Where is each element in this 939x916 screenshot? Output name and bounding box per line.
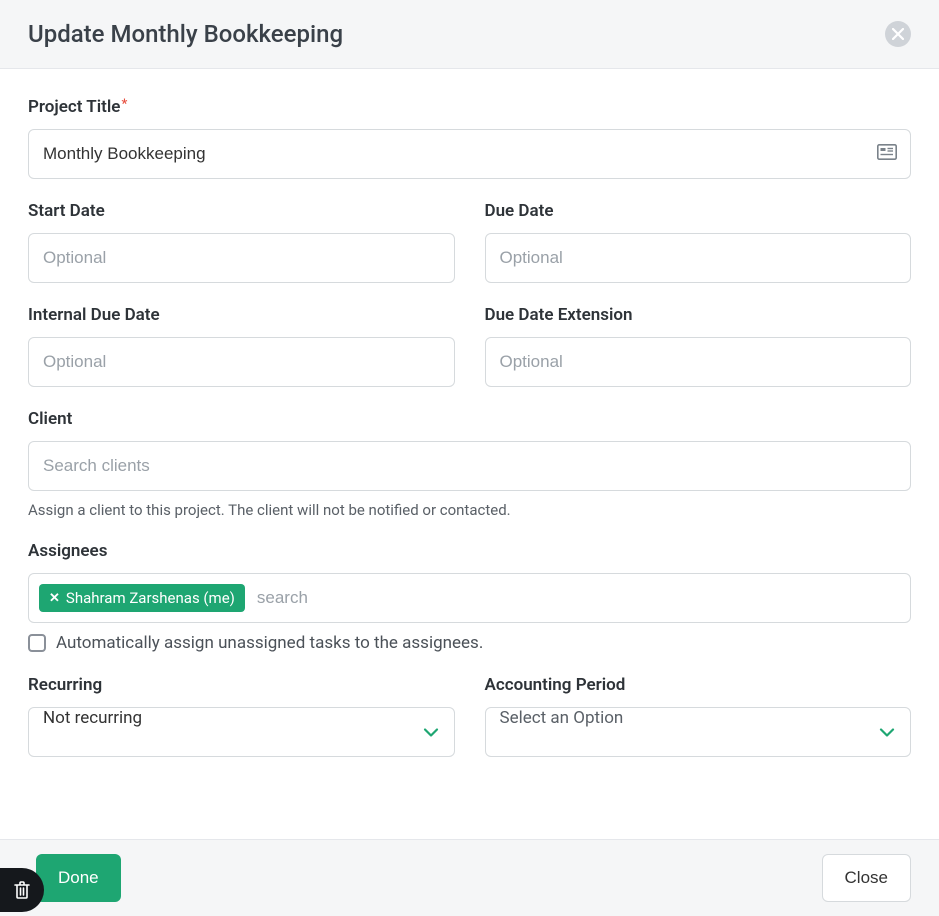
assignees-label: Assignees <box>28 541 911 561</box>
due-date-input[interactable] <box>485 233 912 283</box>
done-button[interactable]: Done <box>36 854 121 902</box>
assignee-tag: ✕ Shahram Zarshenas (me) <box>39 584 245 612</box>
trash-icon <box>13 880 31 900</box>
due-date-extension-input[interactable] <box>485 337 912 387</box>
modal-header: Update Monthly Bookkeeping <box>0 0 939 69</box>
client-label: Client <box>28 409 911 429</box>
recurring-label: Recurring <box>28 675 455 695</box>
trash-button[interactable] <box>0 868 44 912</box>
close-button[interactable]: Close <box>822 854 911 902</box>
project-title-input[interactable] <box>28 129 911 179</box>
start-date-label: Start Date <box>28 201 455 221</box>
start-date-input[interactable] <box>28 233 455 283</box>
client-search-input[interactable] <box>28 441 911 491</box>
internal-due-date-input[interactable] <box>28 337 455 387</box>
project-title-label: Project Title* <box>28 97 911 117</box>
accounting-period-label: Accounting Period <box>485 675 912 695</box>
modal-title: Update Monthly Bookkeeping <box>28 20 343 48</box>
auto-assign-checkbox[interactable] <box>28 634 46 652</box>
card-icon[interactable] <box>877 144 897 164</box>
assignee-tag-label: Shahram Zarshenas (me) <box>66 589 235 607</box>
due-date-label: Due Date <box>485 201 912 221</box>
close-icon[interactable] <box>885 21 911 47</box>
internal-due-date-label: Internal Due Date <box>28 305 455 325</box>
due-date-extension-label: Due Date Extension <box>485 305 912 325</box>
accounting-period-select[interactable]: Select an Option <box>485 707 912 757</box>
remove-assignee-icon[interactable]: ✕ <box>49 591 60 606</box>
recurring-select[interactable]: Not recurring <box>28 707 455 757</box>
auto-assign-label: Automatically assign unassigned tasks to… <box>56 633 483 653</box>
assignee-search-input[interactable] <box>253 582 900 614</box>
assignees-input[interactable]: ✕ Shahram Zarshenas (me) <box>28 573 911 623</box>
required-indicator: * <box>121 97 127 112</box>
modal-footer: Done Close <box>0 839 939 916</box>
modal-body: Project Title* Start Date Due Date Inter… <box>0 69 939 785</box>
client-help-text: Assign a client to this project. The cli… <box>28 501 911 519</box>
